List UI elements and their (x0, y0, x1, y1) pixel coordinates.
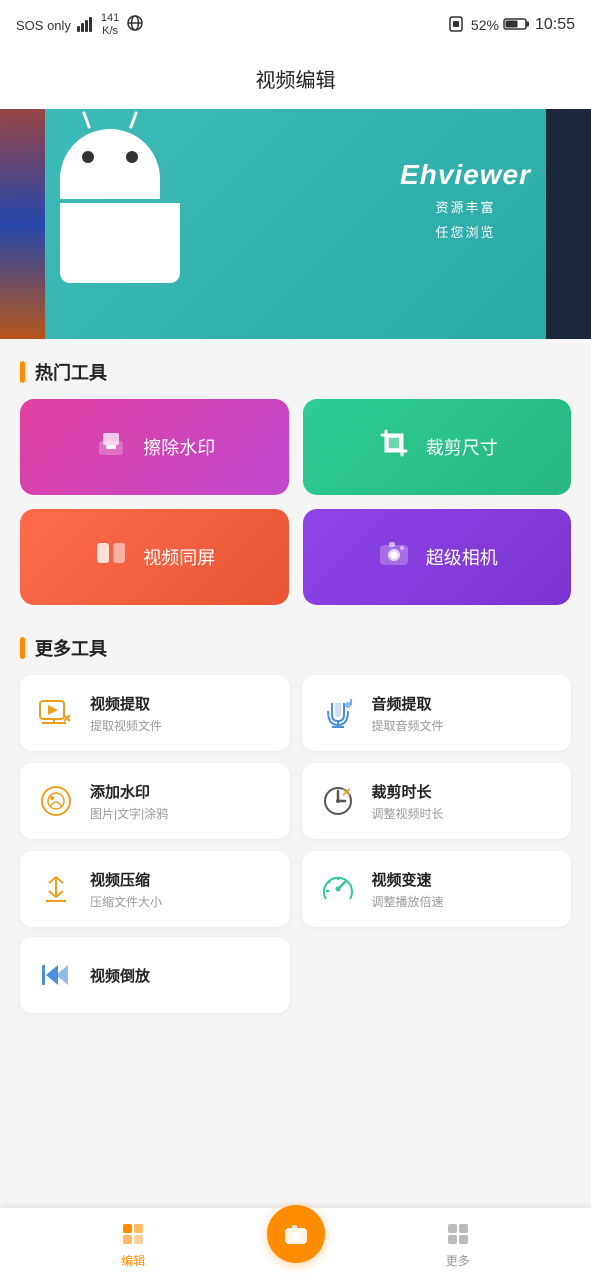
trim-duration-desc: 调整视频时长 (372, 805, 444, 822)
crop-size-label: 裁剪尺寸 (426, 434, 498, 460)
video-reverse-text: 视频倒放 (90, 965, 150, 986)
status-left: SOS only 141K/s (16, 12, 145, 38)
add-watermark-name: 添加水印 (90, 781, 168, 802)
tool-video-compress[interactable]: 视频压缩 压缩文件大小 (20, 851, 290, 927)
tool-trim-duration[interactable]: 裁剪时长 调整视频时长 (302, 763, 572, 839)
video-compress-desc: 压缩文件大小 (90, 893, 162, 910)
more-tools-title: 更多工具 (35, 635, 107, 661)
nav-item-edit[interactable]: 编辑 (0, 1220, 267, 1269)
video-speed-name: 视频变速 (372, 869, 444, 890)
video-extract-icon (34, 691, 78, 735)
audio-extract-name: 音频提取 (372, 693, 444, 714)
tool-video-reverse[interactable]: 视频倒放 (20, 937, 290, 1013)
video-speed-text: 视频变速 调整播放倍速 (372, 869, 444, 910)
tool-audio-extract[interactable]: 音频提取 提取音频文件 (302, 675, 572, 751)
status-right: 52% 10:55 (449, 16, 575, 35)
sim-icon (449, 16, 467, 35)
more-nav-icon (444, 1220, 472, 1248)
edit-nav-icon (119, 1220, 147, 1248)
more-tools-grid: 视频提取 提取视频文件 音频提取 提取音频文件 (0, 675, 591, 937)
video-speed-desc: 调整播放倍速 (372, 893, 444, 910)
hot-tools-title: 热门工具 (35, 359, 107, 385)
camera-center-button[interactable] (267, 1205, 325, 1263)
sos-text: SOS only (16, 18, 71, 33)
bottom-nav: 编辑 更多 (0, 1208, 591, 1280)
crop-icon (376, 425, 412, 469)
trim-duration-icon (316, 779, 360, 823)
android-robot (60, 129, 180, 283)
add-watermark-desc: 图片|文字|涂鸦 (90, 805, 168, 822)
hot-tool-crop-size[interactable]: 裁剪尺寸 (303, 399, 572, 495)
trim-duration-text: 裁剪时长 调整视频时长 (372, 781, 444, 822)
banner-app-name: Ehviewer (400, 159, 531, 191)
video-compress-name: 视频压缩 (90, 869, 162, 890)
more-tools-header: 更多工具 (0, 615, 591, 675)
hot-tools-grid: 擦除水印 裁剪尺寸 视频同屏 (0, 399, 591, 615)
tool-add-watermark[interactable]: 添加水印 图片|文字|涂鸦 (20, 763, 290, 839)
hot-tools-accent (20, 361, 25, 383)
audio-extract-text: 音频提取 提取音频文件 (372, 693, 444, 734)
video-extract-name: 视频提取 (90, 693, 162, 714)
status-bar: SOS only 141K/s 52% 10:55 (0, 0, 591, 50)
tool-video-extract[interactable]: 视频提取 提取视频文件 (20, 675, 290, 751)
video-speed-icon (316, 867, 360, 911)
hot-tools-header: 热门工具 (0, 339, 591, 399)
split-screen-label: 视频同屏 (143, 544, 215, 570)
hot-tool-split-screen[interactable]: 视频同屏 (20, 509, 289, 605)
more-tools-accent (20, 637, 25, 659)
trim-duration-name: 裁剪时长 (372, 781, 444, 802)
network-icon (125, 15, 145, 36)
page-title: 视频编辑 (0, 50, 591, 109)
time-text: 10:55 (535, 16, 575, 34)
audio-extract-desc: 提取音频文件 (372, 717, 444, 734)
banner: Ehviewer 资源丰富 任您浏览 (0, 109, 591, 339)
edit-nav-label: 编辑 (121, 1252, 145, 1269)
speed-text: 141K/s (101, 12, 119, 38)
splitscreen-icon (93, 535, 129, 579)
video-reverse-icon (34, 953, 78, 997)
banner-subtitle1: 资源丰富 (400, 197, 531, 216)
video-reverse-name: 视频倒放 (90, 965, 150, 986)
nav-item-camera[interactable] (267, 1225, 325, 1263)
more-nav-label: 更多 (446, 1252, 470, 1269)
camera-card-icon (376, 535, 412, 579)
video-extract-desc: 提取视频文件 (90, 717, 162, 734)
eraser-icon (93, 425, 129, 469)
watermark-remove-label: 擦除水印 (143, 434, 215, 460)
signal-icon (77, 16, 95, 35)
tool-video-speed[interactable]: 视频变速 调整播放倍速 (302, 851, 572, 927)
battery-icon (503, 16, 531, 35)
hot-tool-super-camera[interactable]: 超级相机 (303, 509, 572, 605)
audio-extract-icon (316, 691, 360, 735)
video-extract-text: 视频提取 提取视频文件 (90, 693, 162, 734)
add-watermark-text: 添加水印 图片|文字|涂鸦 (90, 781, 168, 822)
battery-percent: 52% (471, 17, 499, 33)
nav-item-more[interactable]: 更多 (325, 1220, 591, 1269)
super-camera-label: 超级相机 (426, 544, 498, 570)
video-compress-text: 视频压缩 压缩文件大小 (90, 869, 162, 910)
banner-subtitle2: 任您浏览 (400, 222, 531, 241)
add-watermark-icon (34, 779, 78, 823)
hot-tool-watermark-remove[interactable]: 擦除水印 (20, 399, 289, 495)
banner-text: Ehviewer 资源丰富 任您浏览 (400, 159, 531, 241)
video-compress-icon (34, 867, 78, 911)
